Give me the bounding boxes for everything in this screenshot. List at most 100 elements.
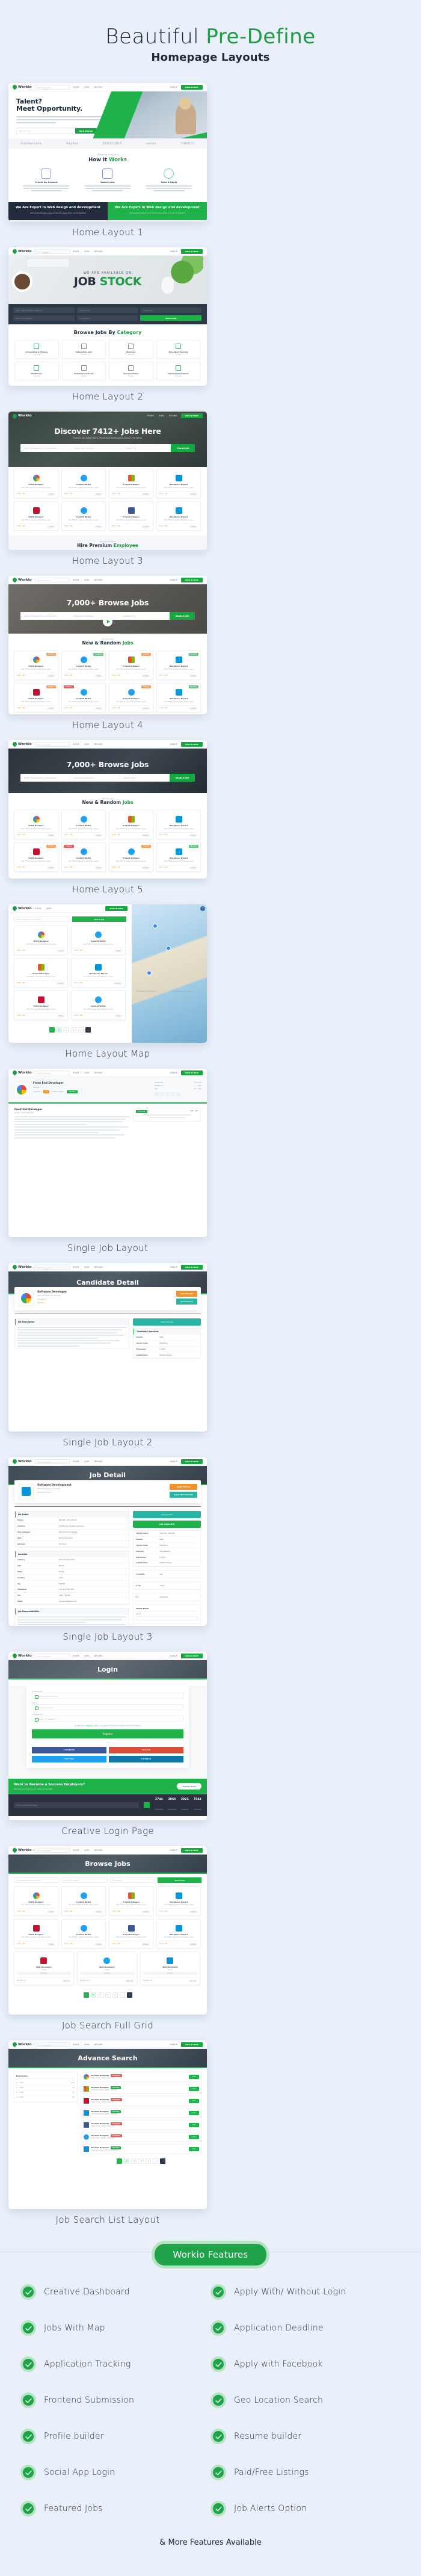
job-card[interactable]: Part Time Wordpress Expert CSS, HTML5, Jav…: [156, 650, 201, 681]
job-card[interactable]: Full Time Project Manager CSS, HTML5, Java…: [109, 842, 153, 873]
nav-link-jobs[interactable]: JOBS: [84, 743, 90, 746]
nav-link-jobs[interactable]: JOBS: [84, 250, 90, 253]
filter-row[interactable]: 0 - 1 Year 102: [16, 2081, 75, 2086]
nav-signin-button[interactable]: SIGN IN NOW: [180, 1847, 203, 1853]
job-card[interactable]: Project Manager CSS, HTML5, Javascript, B…: [109, 1918, 153, 1948]
category-card[interactable]: Telecommunications 236 jobs: [156, 362, 200, 381]
field-city[interactable]: Choose City: [120, 614, 170, 617]
layout-cell-home-4[interactable]: Workio Find Freelancer HOME JOBS BROWS SIG…: [8, 576, 207, 733]
apply-button[interactable]: Apply: [189, 2098, 199, 2103]
save-job-button[interactable]: Save This Job: [176, 1290, 197, 1297]
nav-links[interactable]: HOME JOBS BROWS: [147, 415, 177, 417]
hero-search-bar[interactable]: Skills, Designations, Companies Search B…: [20, 444, 195, 452]
twitter-share-icon[interactable]: [160, 1092, 164, 1097]
layout-cell-login[interactable]: Workio Find Freelancer HOME JOBS BROWS SIG…: [8, 1652, 207, 1839]
job-alert-button[interactable]: Get Job Alert: [133, 1511, 201, 1519]
layout-cell-single-job[interactable]: Workio Find Freelancer HOME JOBS BROWS SIG…: [8, 1069, 207, 1256]
page-prev[interactable]: «: [117, 2158, 123, 2164]
page-3[interactable]: 3: [138, 2158, 144, 2164]
nav-signup-link[interactable]: SIGNUP: [170, 1460, 177, 1463]
nav-signin-button[interactable]: SIGN IN NOW: [180, 1653, 203, 1658]
hero-search-input[interactable]: Search For...: [17, 130, 75, 132]
thumbnail-home-3[interactable]: Workio HOME JOBS BROWS SIGN IN NOW Discover…: [8, 412, 207, 551]
nav-signin-button[interactable]: SIGN IN NOW: [180, 741, 203, 747]
nav-links[interactable]: HOME JOBS BROWS: [73, 2043, 103, 2046]
job-card[interactable]: UI/UX Designer CSS, HTML5, Javascript, Bo…: [14, 501, 58, 531]
field-location[interactable]: Search By Location...: [70, 776, 120, 779]
nav-link-brows[interactable]: BROWS: [94, 743, 103, 746]
nav-signin-button[interactable]: SIGN IN NOW: [180, 2042, 203, 2047]
nav-signup-link[interactable]: SIGNUP: [170, 1849, 177, 1852]
nav-link-home[interactable]: HOME: [73, 250, 79, 253]
category-card[interactable]: Education Training 90 jobs: [156, 340, 200, 359]
nav-link-jobs[interactable]: JOBS: [46, 907, 52, 910]
nav-link-brows[interactable]: BROWS: [169, 415, 177, 417]
field-skills[interactable]: Skills, Designations, Companies: [20, 776, 70, 779]
job-list-row[interactable]: Product Designer Freelancer Turbo Studio ·…: [80, 2071, 202, 2082]
page-3[interactable]: 3: [105, 1992, 111, 1998]
category-card[interactable]: Healthcare 138 jobs: [14, 362, 59, 381]
field-city[interactable]: Choose City: [121, 446, 171, 449]
job-card[interactable]: UI/UX Designer CSS, HTML5, Javascript, Bo…: [14, 990, 69, 1021]
nav-signin-button[interactable]: SIGN IN NOW: [180, 1459, 203, 1464]
pagination[interactable]: « 1 2 3 4 ~ »: [8, 1989, 207, 2002]
nav-signup-link[interactable]: SIGNUP: [170, 1266, 177, 1268]
apply-button[interactable]: Apply: [189, 2110, 199, 2115]
nav-links[interactable]: HOME JOBS BROWS: [73, 1460, 103, 1463]
nav-link-jobs[interactable]: JOBS: [84, 579, 90, 581]
username-input[interactable]: Enter Your Username: [32, 1692, 183, 1699]
apply-button[interactable]: Apply: [189, 2086, 199, 2091]
search-filter-bar[interactable]: Skills, Designations, Keyword Search By …: [8, 1873, 207, 1886]
register-button[interactable]: Register: [32, 1729, 183, 1738]
nav-search-input[interactable]: Find Freelancer: [34, 1653, 70, 1658]
nav-search-input[interactable]: Find Freelancer: [34, 1070, 70, 1075]
layout-cell-home-2[interactable]: Workio Find Freelancer HOME JOBS BROWS SIG…: [8, 247, 207, 404]
field-skills[interactable]: Skills, Designations, Companies: [20, 614, 70, 617]
nav-link-home[interactable]: HOME: [73, 86, 79, 88]
field-location[interactable]: Search By location: [13, 315, 75, 321]
apply-button[interactable]: Apply: [189, 2074, 199, 2079]
job-card[interactable]: UI/UX Designer CSS, HTML5, Javascript, Bo…: [14, 810, 58, 840]
nav-search-input[interactable]: Find Freelancer: [34, 1847, 70, 1853]
nav-link-jobs[interactable]: JOBS: [84, 1072, 90, 1074]
page-2[interactable]: 2: [63, 1027, 69, 1033]
layout-cell-single-job-2[interactable]: Workio Find Freelancer HOME JOBS BROWS SIG…: [8, 1263, 207, 1450]
job-list-row[interactable]: Product Designer Freelancer Turbo Studio ·…: [80, 2095, 202, 2106]
page-prev[interactable]: «: [49, 1027, 55, 1033]
nav-signup-link[interactable]: SIGNUP: [170, 579, 177, 581]
page-2[interactable]: 2: [131, 2158, 137, 2164]
linkedin-share-icon[interactable]: [165, 1092, 170, 1097]
nav-links[interactable]: HOME JOBS BROWS: [73, 1655, 103, 1657]
job-card[interactable]: Freelance Content Writer CSS, HTML5, Javas…: [61, 650, 106, 681]
field-skills[interactable]: Skills, Designations, Companies: [20, 446, 71, 449]
thumbnail-home-1[interactable]: Workio Find Freelancer HOME JOBS BROWS S…: [8, 83, 207, 222]
nav-search-input[interactable]: Find Freelancer: [34, 2042, 70, 2047]
apply-button[interactable]: Apply: [189, 2146, 199, 2151]
nav-links[interactable]: HOME JOBS BROWS: [73, 1266, 103, 1268]
nav-link-brows[interactable]: BROWS: [94, 1266, 103, 1268]
job-search-bar[interactable]: Skills, Designations, Keyword Choose Cit…: [8, 304, 207, 325]
experience-filter[interactable]: Experience 0 - 1 Year 102 1 - 2 Year 78 2 …: [13, 2071, 78, 2103]
nav-links[interactable]: HOME JOBS BROWS: [73, 1849, 103, 1852]
nav-signin-button[interactable]: SIGN IN NOW: [180, 249, 203, 254]
thumbnail-job-list[interactable]: Workio Find Freelancer HOME JOBS BROWS SIG…: [8, 2040, 207, 2210]
nav-links[interactable]: HOME JOBS BROWS: [73, 86, 103, 88]
map-filter-bar[interactable]: Skills, Designations, Keyword Search Job: [8, 913, 132, 926]
field-city[interactable]: Choose City: [120, 776, 170, 779]
field-companies[interactable]: Companies: [140, 307, 201, 314]
job-list-row[interactable]: Product Designer Full Time Truk Technologi…: [80, 2107, 202, 2118]
job-card[interactable]: Project Manager CSS, HTML5, Javascript, B…: [109, 810, 153, 840]
thumbnail-home-4[interactable]: Workio Find Freelancer HOME JOBS BROWS SIG…: [8, 576, 207, 715]
nav-links[interactable]: HOME JOBS BROWS: [73, 1072, 103, 1074]
nav-signup-link[interactable]: SIGNUP: [170, 1072, 177, 1074]
job-card[interactable]: Project Manager CSS, HTML5, Javascript, B…: [109, 1886, 153, 1916]
hero-search-button[interactable]: Go & Search: [75, 128, 97, 134]
job-card[interactable]: Web Developer Google 5 Position CA, Park, C…: [76, 1951, 137, 1985]
nav-link-home[interactable]: HOME: [73, 743, 79, 746]
field-location[interactable]: Search By Location...: [70, 614, 120, 617]
category-card[interactable]: Business 306 jobs: [109, 340, 153, 359]
job-card[interactable]: Part Time Wordpress Expert CSS, HTML5, Jav…: [156, 842, 201, 873]
job-card[interactable]: Full Time UI/UX Designer CSS, HTML5, Javas…: [14, 842, 58, 873]
thumbnail-single-job-3[interactable]: Workio Find Freelancer HOME JOBS BROWS SIG…: [8, 1457, 207, 1626]
nav-signin-button[interactable]: SIGN IN NOW: [180, 84, 203, 90]
